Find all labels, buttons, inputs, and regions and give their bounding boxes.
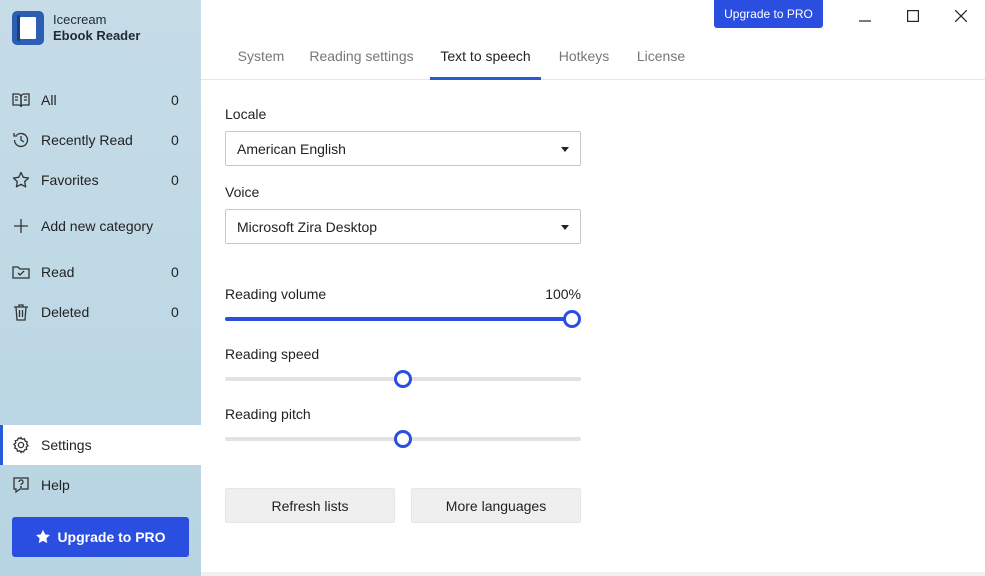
brand-name-line1: Icecream [53, 12, 107, 27]
sidebar-item-count: 0 [171, 264, 179, 280]
sidebar-item-label: Read [41, 264, 75, 280]
reading-pitch-slider[interactable] [225, 430, 581, 448]
trash-icon [12, 303, 30, 321]
sidebar-item-help[interactable]: Help [0, 465, 201, 505]
reading-volume-value: 100% [545, 286, 581, 302]
sidebar-item-recently-read[interactable]: Recently Read 0 [0, 120, 201, 160]
reading-volume-label: Reading volume [225, 286, 327, 302]
sidebar-item-read[interactable]: Read 0 [0, 252, 201, 292]
slider-fill [225, 317, 572, 321]
locale-select[interactable]: American English [225, 131, 581, 166]
sidebar-item-label: All [41, 92, 57, 108]
locale-label: Locale [225, 106, 267, 122]
app-logo-icon [12, 11, 44, 45]
close-button[interactable] [938, 0, 984, 32]
tab-license[interactable]: License [635, 40, 687, 80]
tab-reading-settings[interactable]: Reading settings [309, 40, 414, 80]
voice-label: Voice [225, 184, 260, 200]
caret-down-icon [561, 225, 569, 230]
sidebar-item-favorites[interactable]: Favorites 0 [0, 160, 201, 200]
minimize-button[interactable] [842, 0, 888, 32]
maximize-icon [907, 10, 919, 22]
settings-tabs: System Reading settings Text to speech H… [201, 40, 985, 80]
upgrade-pro-label: Upgrade to PRO [57, 529, 166, 545]
slider-thumb[interactable] [394, 430, 412, 448]
bottom-divider [201, 572, 985, 576]
sidebar-item-settings[interactable]: Settings [0, 425, 201, 465]
locale-selected-value: American English [237, 140, 346, 157]
slider-thumb[interactable] [563, 310, 581, 328]
maximize-button[interactable] [890, 0, 936, 32]
brand-name-line2: Ebook Reader [53, 28, 141, 43]
more-languages-button[interactable]: More languages [411, 488, 581, 523]
sidebar-item-label: Deleted [41, 304, 90, 320]
close-icon [955, 10, 967, 22]
reading-volume-slider[interactable] [225, 310, 581, 328]
slider-thumb[interactable] [394, 370, 412, 388]
upgrade-pro-header-button[interactable]: Upgrade to PRO [714, 0, 823, 28]
sidebar-item-label: Favorites [41, 172, 99, 188]
help-chat-icon [12, 476, 30, 494]
open-book-icon [12, 91, 30, 109]
voice-select[interactable]: Microsoft Zira Desktop [225, 209, 581, 244]
sidebar-item-add-category[interactable]: Add new category [0, 206, 201, 246]
sidebar-item-count: 0 [171, 132, 179, 148]
reading-speed-label: Reading speed [225, 346, 320, 362]
caret-down-icon [561, 147, 569, 152]
tab-hotkeys[interactable]: Hotkeys [555, 40, 613, 80]
app-brand: Icecream Ebook Reader [12, 11, 140, 45]
plus-icon [12, 217, 30, 235]
reading-pitch-label: Reading pitch [225, 406, 311, 422]
reading-speed-slider[interactable] [225, 370, 581, 388]
refresh-lists-button[interactable]: Refresh lists [225, 488, 395, 523]
folder-check-icon [12, 263, 30, 281]
star-filled-icon [36, 529, 51, 544]
minimize-icon [859, 20, 871, 22]
sidebar-item-count: 0 [171, 92, 179, 108]
sidebar-item-count: 0 [171, 172, 179, 188]
upgrade-pro-sidebar-button[interactable]: Upgrade to PRO [12, 517, 189, 557]
tab-text-to-speech[interactable]: Text to speech [430, 40, 541, 80]
sidebar-item-label: Help [41, 477, 70, 493]
voice-selected-value: Microsoft Zira Desktop [237, 218, 378, 235]
sidebar-item-count: 0 [171, 304, 179, 320]
sidebar-item-deleted[interactable]: Deleted 0 [0, 292, 201, 332]
sidebar-item-label: Add new category [41, 218, 154, 234]
tab-system[interactable]: System [231, 40, 291, 80]
sidebar-item-label: Settings [41, 437, 92, 453]
sidebar-item-all[interactable]: All 0 [0, 80, 201, 120]
gear-icon [12, 436, 30, 454]
star-icon [12, 171, 30, 189]
sidebar: Icecream Ebook Reader All 0 Recently Rea… [0, 0, 201, 576]
sidebar-item-label: Recently Read [41, 132, 133, 148]
history-icon [12, 131, 30, 149]
